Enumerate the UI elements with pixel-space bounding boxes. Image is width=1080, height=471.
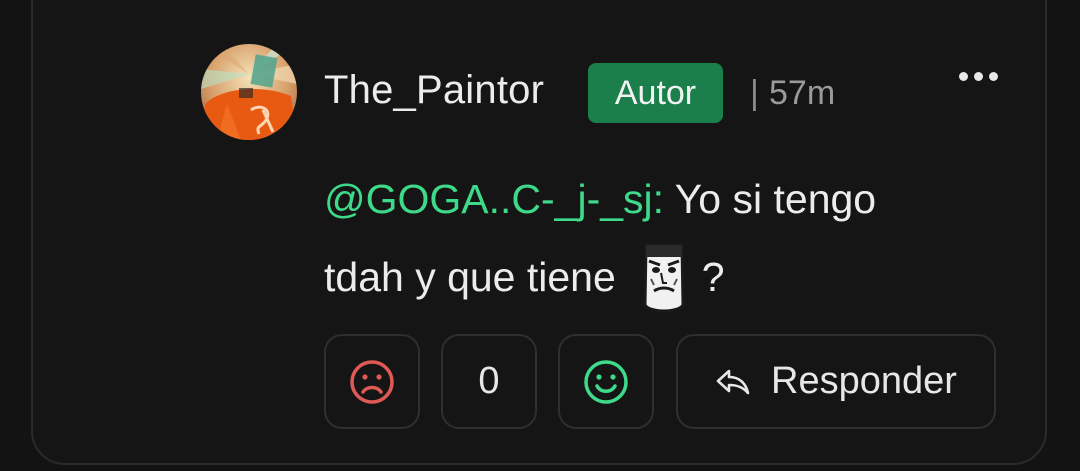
reply-label: Responder	[771, 360, 957, 402]
avatar[interactable]	[201, 44, 297, 140]
like-button[interactable]	[558, 334, 654, 429]
author-name[interactable]: The_Paintor	[324, 64, 544, 116]
reply-arrow-icon	[716, 369, 750, 394]
reply-button[interactable]: Responder	[676, 334, 996, 429]
author-badge: Autor	[588, 63, 723, 123]
comment-body: @GOGA..C-_j-_sj: Yo si tengo tdah y que …	[324, 160, 964, 316]
meta-separator: |	[750, 74, 759, 112]
comment-page: The_Paintor Autor | 57m @GOGA..C-_j-_sj:…	[0, 0, 1080, 471]
happy-face-icon	[584, 359, 628, 404]
dislike-button[interactable]	[324, 334, 420, 429]
vote-count: 0	[478, 360, 500, 402]
vote-count-box: 0	[441, 334, 537, 429]
more-options-icon[interactable]	[957, 68, 1001, 88]
user-mention[interactable]: @GOGA..C-_j-_sj:	[324, 176, 664, 222]
grumpy-face-sticker-icon	[642, 239, 686, 315]
sad-face-icon	[350, 359, 394, 404]
avatar-image	[201, 44, 297, 140]
comment-time: 57m	[769, 74, 836, 112]
comment-text-end: ?	[701, 254, 725, 300]
